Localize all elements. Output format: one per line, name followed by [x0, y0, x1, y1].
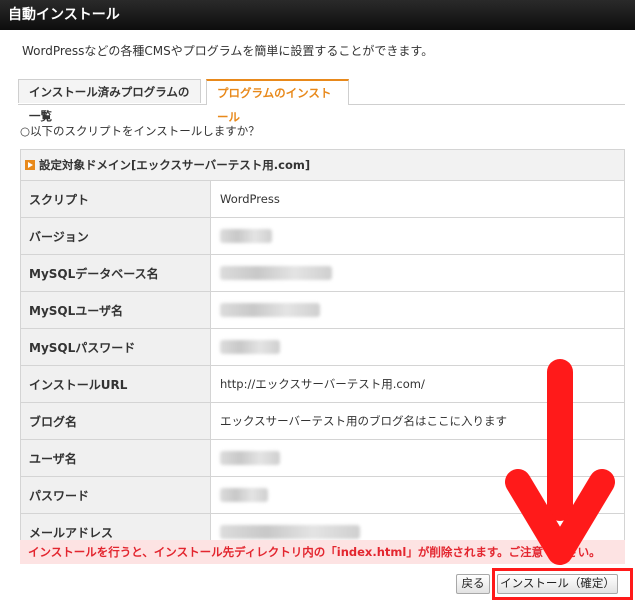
redacted-db-name: [220, 266, 332, 281]
table-row: インストールURL http://エックスサーバーテスト用.com/: [20, 365, 625, 403]
install-settings-table: 設定対象ドメイン[エックスサーバーテスト用.com] スクリプト WordPre…: [20, 149, 625, 551]
section-header-row: 設定対象ドメイン[エックスサーバーテスト用.com]: [20, 149, 625, 181]
tab-install-program[interactable]: プログラムのインストール: [206, 79, 349, 124]
window-title: 自動インストール: [0, 0, 635, 30]
row-value-install-url: http://エックスサーバーテスト用.com/: [210, 365, 625, 403]
confirm-question: ○以下のスクリプトをインストールしますか？: [20, 124, 260, 138]
row-value-script: WordPress: [210, 180, 625, 218]
tab-bar: インストール済みプログラムの一覧 プログラムのインストール: [18, 79, 625, 124]
row-label-username: ユーザ名: [20, 439, 211, 477]
play-bullet-icon: [25, 160, 35, 170]
redacted-version: [220, 229, 272, 244]
redacted-username: [220, 451, 280, 466]
redacted-email: [220, 525, 360, 540]
highlight-box: [492, 568, 633, 600]
warning-message: インストールを行うと、インストール先ディレクトリ内の「index.html」が削…: [20, 540, 625, 564]
table-row: MySQLデータベース名: [20, 254, 625, 292]
table-row: スクリプト WordPress: [20, 180, 625, 218]
redacted-password: [220, 488, 268, 503]
back-button[interactable]: 戻る: [456, 574, 490, 594]
row-label-db-password: MySQLパスワード: [20, 328, 211, 366]
row-label-version: バージョン: [20, 217, 211, 255]
redacted-db-user: [220, 303, 320, 318]
table-row: ユーザ名: [20, 439, 625, 477]
tab-installed-programs[interactable]: インストール済みプログラムの一覧: [18, 79, 201, 123]
page-description: WordPressなどの各種CMSやプログラムを簡単に設置することができます。: [22, 44, 434, 58]
row-label-blog-name: ブログ名: [20, 402, 211, 440]
row-label-db-user: MySQLユーザ名: [20, 291, 211, 329]
table-row: MySQLパスワード: [20, 328, 625, 366]
table-row: MySQLユーザ名: [20, 291, 625, 329]
row-label-install-url: インストールURL: [20, 365, 211, 403]
row-value-blog-name: エックスサーバーテスト用のブログ名はここに入ります: [210, 402, 625, 440]
table-row: バージョン: [20, 217, 625, 255]
row-label-script: スクリプト: [20, 180, 211, 218]
row-label-password: パスワード: [20, 476, 211, 514]
redacted-db-password: [220, 340, 280, 355]
table-row: ブログ名 エックスサーバーテスト用のブログ名はここに入ります: [20, 402, 625, 440]
table-row: パスワード: [20, 476, 625, 514]
section-header: 設定対象ドメイン[エックスサーバーテスト用.com]: [39, 158, 311, 172]
row-label-db-name: MySQLデータベース名: [20, 254, 211, 292]
